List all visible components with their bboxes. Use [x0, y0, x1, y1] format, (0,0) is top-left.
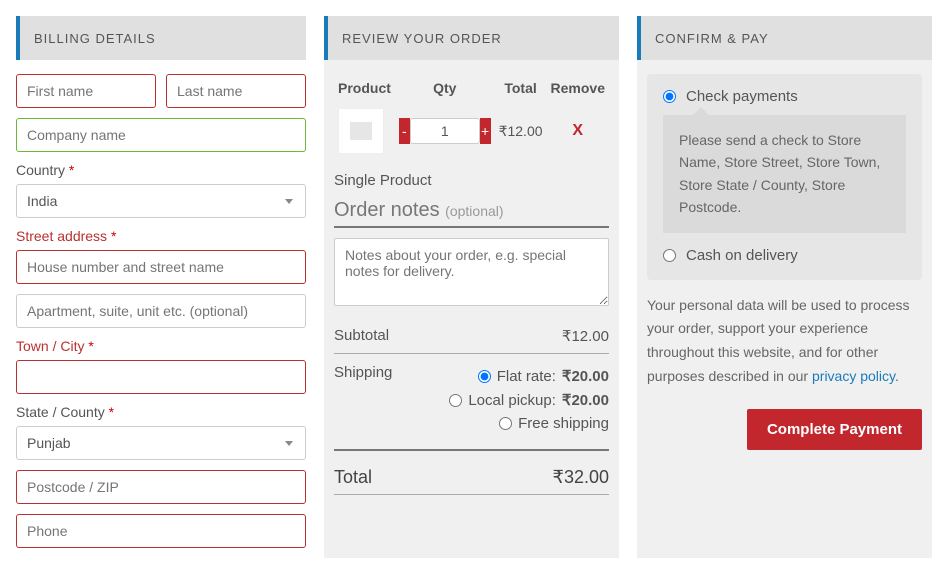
billing-details-column: BILLING DETAILS Country * India Street a…	[16, 16, 306, 558]
total-value: ₹32.00	[553, 467, 610, 488]
confirm-pay-column: CONFIRM & PAY Check payments Please send…	[637, 16, 932, 558]
payment-methods-block: Check payments Please send a check to St…	[647, 74, 922, 280]
shipping-label: Shipping	[334, 364, 392, 381]
subtotal-row: Subtotal ₹12.00	[334, 323, 609, 349]
billing-heading-bar: BILLING DETAILS	[16, 16, 306, 60]
qty-minus-button[interactable]: -	[399, 118, 410, 144]
street-address-2-input[interactable]	[16, 294, 306, 328]
shipping-option-free: Free shipping	[449, 412, 609, 435]
qty-input[interactable]	[410, 118, 480, 144]
shipping-flat-radio[interactable]	[478, 370, 491, 383]
town-city-label: Town / City *	[16, 338, 306, 354]
payment-check-description: Please send a check to Store Name, Store…	[663, 115, 906, 233]
th-qty: Qty	[395, 74, 495, 102]
subtotal-value: ₹12.00	[562, 327, 609, 345]
product-name: Single Product	[334, 172, 609, 189]
th-total: Total	[495, 74, 547, 102]
street-address-label: Street address *	[16, 228, 306, 244]
payment-cod-radio[interactable]	[663, 249, 676, 262]
country-select[interactable]: India	[16, 184, 306, 218]
postcode-input[interactable]	[16, 470, 306, 504]
street-address-1-input[interactable]	[16, 250, 306, 284]
product-thumbnail	[338, 108, 384, 154]
payment-option-check: Check payments	[663, 88, 906, 105]
state-county-label: State / County *	[16, 404, 306, 420]
country-label: Country *	[16, 162, 306, 178]
total-row: Total ₹32.00	[334, 461, 609, 490]
privacy-policy-link[interactable]: privacy policy	[812, 368, 895, 384]
review-order-column: REVIEW YOUR ORDER Product Qty Total Remo…	[324, 16, 619, 558]
order-notes-textarea[interactable]	[334, 238, 609, 306]
divider	[334, 353, 609, 354]
state-county-select[interactable]: Punjab	[16, 426, 306, 460]
review-heading-bar: REVIEW YOUR ORDER	[324, 16, 619, 60]
th-product: Product	[334, 74, 395, 102]
qty-plus-button[interactable]: +	[480, 118, 491, 144]
town-city-input[interactable]	[16, 360, 306, 394]
th-remove: Remove	[547, 74, 609, 102]
last-name-input[interactable]	[166, 74, 306, 108]
billing-heading: BILLING DETAILS	[34, 31, 156, 46]
remove-item-button[interactable]: X	[572, 122, 583, 139]
table-row: - + ₹12.00 X	[334, 102, 609, 160]
payment-check-radio[interactable]	[663, 90, 676, 103]
divider	[334, 494, 609, 495]
payment-option-cod: Cash on delivery	[663, 247, 906, 264]
first-name-input[interactable]	[16, 74, 156, 108]
confirm-heading-bar: CONFIRM & PAY	[637, 16, 932, 60]
line-total: ₹12.00	[495, 102, 547, 160]
quantity-stepper: - +	[399, 118, 491, 144]
confirm-heading: CONFIRM & PAY	[655, 31, 769, 46]
phone-input[interactable]	[16, 514, 306, 548]
divider	[334, 449, 609, 451]
shipping-free-radio[interactable]	[499, 417, 512, 430]
subtotal-label: Subtotal	[334, 327, 389, 345]
order-notes-title: Order notes (optional)	[334, 199, 609, 222]
total-label: Total	[334, 467, 372, 488]
checkout-page: BILLING DETAILS Country * India Street a…	[16, 16, 926, 558]
shipping-local-radio[interactable]	[449, 394, 462, 407]
image-placeholder-icon	[350, 122, 372, 140]
order-items-table: Product Qty Total Remove	[334, 74, 609, 160]
company-name-input[interactable]	[16, 118, 306, 152]
shipping-option-flat: Flat rate: ₹20.00	[449, 364, 609, 388]
shipping-row: Shipping Flat rate: ₹20.00 Local pickup:…	[334, 360, 609, 439]
privacy-notice: Your personal data will be used to proce…	[647, 294, 922, 389]
review-heading: REVIEW YOUR ORDER	[342, 31, 502, 46]
complete-payment-button[interactable]: Complete Payment	[747, 409, 922, 450]
shipping-option-local: Local pickup: ₹20.00	[449, 388, 609, 412]
divider	[334, 226, 609, 228]
